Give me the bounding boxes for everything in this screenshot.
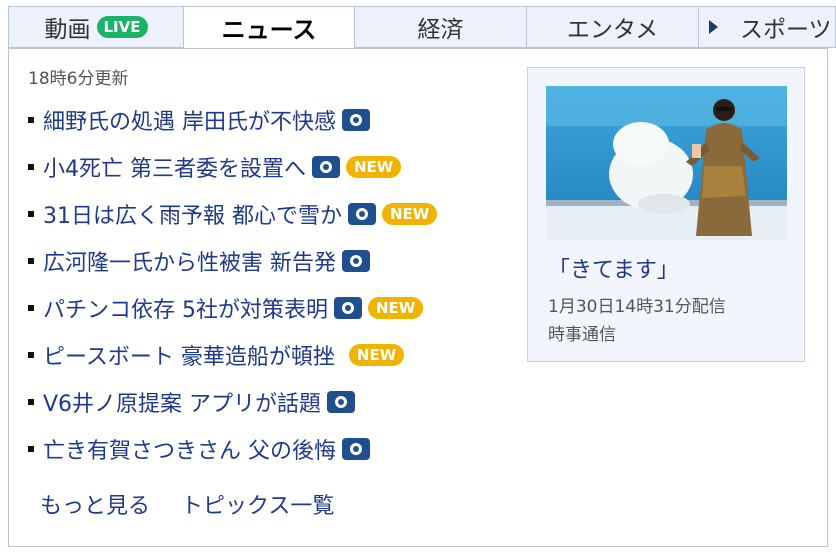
camera-icon — [348, 202, 376, 225]
feature-source: 時事通信 — [548, 325, 616, 345]
tab-label: 動画 — [44, 17, 91, 43]
tab-news[interactable]: ニュース — [183, 6, 355, 49]
news-title[interactable]: 31日は広く雨予報 都心で雪か — [43, 198, 342, 230]
topics-list-link[interactable]: トピックス一覧 — [181, 494, 334, 519]
beluga-photo-image — [546, 86, 787, 240]
feature-card[interactable]: 「きてます」 1月30日14時31分配信 時事通信 — [527, 67, 805, 362]
feature-photo[interactable] — [546, 86, 787, 240]
list-item[interactable]: ピースボート 豪華造船が頓挫 NEW — [28, 331, 437, 378]
feature-date: 1月30日14時31分配信 — [548, 297, 726, 317]
camera-icon — [342, 437, 370, 460]
tab-label: エンタメ — [566, 17, 659, 43]
new-badge: NEW — [346, 155, 402, 178]
more-link[interactable]: もっと見る — [40, 494, 150, 519]
list-item[interactable]: 31日は広く雨予報 都心で雪か NEW — [28, 190, 438, 237]
news-title[interactable]: 小4死亡 第三者委を設置へ — [43, 151, 306, 183]
tab-sports[interactable]: スポーツ — [698, 6, 836, 48]
list-item[interactable]: 広河隆一氏から性被害 新告発 — [28, 237, 437, 284]
tab-label: スポーツ — [740, 17, 832, 43]
tab-economy[interactable]: 経済 — [354, 6, 527, 48]
tab-entertainment[interactable]: エンタメ — [526, 6, 699, 48]
live-badge: LIVE — [96, 16, 148, 38]
camera-icon — [334, 296, 362, 319]
bullet-icon — [28, 304, 34, 311]
new-badge: NEW — [368, 296, 424, 319]
bullet-icon — [28, 163, 34, 170]
news-title[interactable]: V6井ノ原提案 アプリが話題 — [43, 386, 321, 418]
bullet-icon — [28, 210, 34, 217]
bullet-icon — [28, 257, 34, 264]
news-title[interactable]: 亡き有賀さつきさん 父の後悔 — [43, 433, 336, 465]
news-title[interactable]: パチンコ依存 5社が対策表明 — [43, 292, 328, 324]
list-item[interactable]: 亡き有賀さつきさん 父の後悔 — [28, 425, 437, 472]
tab-label: ニュース — [221, 16, 317, 44]
play-arrow-icon — [709, 20, 718, 34]
bullet-icon — [28, 351, 34, 358]
news-title[interactable]: 広河隆一氏から性被害 新告発 — [43, 245, 336, 277]
feature-title[interactable]: 「きてます」 — [548, 252, 679, 284]
list-item[interactable]: 小4死亡 第三者委を設置へ NEW — [28, 143, 437, 190]
camera-icon — [312, 155, 340, 178]
list-item[interactable]: 細野氏の処遇 岸田氏が不快感 — [28, 96, 437, 143]
bullet-icon — [28, 116, 34, 123]
updated-timestamp: 18時6分更新 — [28, 69, 129, 89]
new-badge: NEW — [382, 202, 438, 225]
footer-links: もっと見る トピックス一覧 — [40, 488, 358, 520]
camera-icon — [327, 390, 356, 413]
list-item[interactable]: V6井ノ原提案 アプリが話題 — [28, 378, 437, 425]
category-tabs: 動画 LIVE ニュース 経済 エンタメ スポーツ — [8, 6, 836, 49]
news-list: 細野氏の処遇 岸田氏が不快感 小4死亡 第三者委を設置へ NEW 31日は広く雨… — [28, 96, 438, 472]
camera-icon — [342, 108, 370, 131]
news-title[interactable]: 細野氏の処遇 岸田氏が不快感 — [43, 104, 336, 136]
list-item[interactable]: パチンコ依存 5社が対策表明 NEW — [28, 284, 437, 331]
camera-icon — [342, 249, 370, 272]
news-title[interactable]: ピースボート 豪華造船が頓挫 — [43, 339, 335, 371]
new-badge: NEW — [348, 343, 405, 366]
bullet-icon — [28, 445, 34, 452]
bullet-icon — [28, 398, 34, 405]
tab-video[interactable]: 動画 LIVE — [8, 6, 184, 48]
tab-label: 経済 — [417, 17, 464, 43]
